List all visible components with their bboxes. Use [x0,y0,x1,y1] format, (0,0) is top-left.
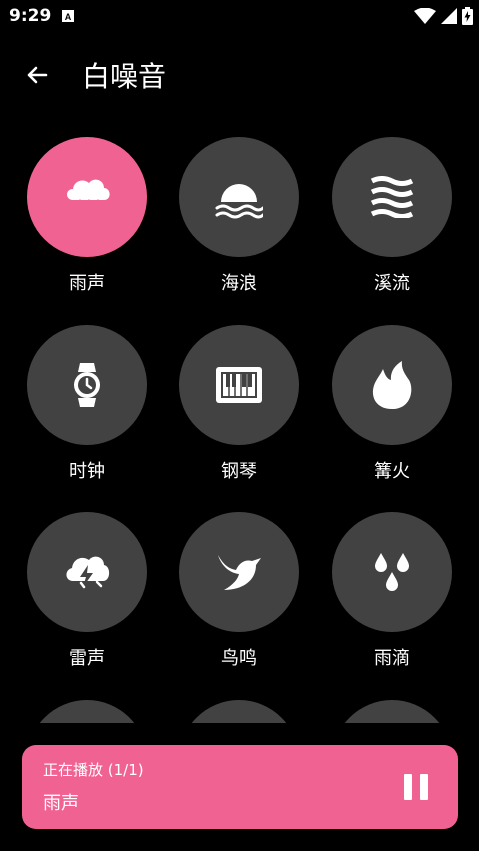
sound-item-waves[interactable]: 海浪 [164,137,314,307]
back-button[interactable] [16,54,58,96]
sound-item-circle[interactable] [179,137,299,257]
sound-item-circle[interactable] [179,700,299,723]
app-bar: 白噪音 [0,40,479,110]
sound-item-circle[interactable] [179,325,299,445]
svg-text:A: A [65,12,72,22]
sound-item-circle[interactable] [332,137,452,257]
signal-icon [441,8,457,24]
sound-item-circle[interactable] [27,325,147,445]
piano-icon [216,367,262,403]
pause-icon [404,774,412,800]
wifi-icon [414,8,436,24]
raindrops-icon [375,553,409,591]
sound-item-partial[interactable] [317,700,467,723]
sound-item-bird[interactable]: 鸟鸣 [164,512,314,682]
pause-button[interactable] [404,774,428,800]
wave-sun-icon [215,184,263,219]
rain-cloud-icon [67,179,110,217]
stream-waves-icon [370,176,414,218]
now-playing-title: 雨声 [43,793,79,814]
sound-item-circle[interactable] [332,325,452,445]
sound-item-label: 海浪 [221,273,257,294]
sound-item-piano[interactable]: 钢琴 [164,325,314,495]
sound-item-label: 钢琴 [221,461,257,482]
sound-grid[interactable]: 雨声 海浪 溪流 时钟 钢琴 篝火 雷声 鸟鸣 雨滴 [0,137,479,723]
fire-icon [372,361,412,409]
now-playing-status: 正在播放 (1/1) [43,761,144,779]
sound-item-label: 鸟鸣 [221,648,257,669]
bird-icon [218,555,261,590]
watch-icon [74,363,100,407]
sound-item-thunder[interactable]: 雷声 [12,512,162,682]
sound-item-circle[interactable] [332,700,452,723]
sound-item-circle[interactable] [27,137,147,257]
pause-icon-bar [420,774,428,800]
sound-item-circle[interactable] [27,700,147,723]
sound-item-campfire[interactable]: 篝火 [317,325,467,495]
sound-item-label: 雷声 [69,648,105,669]
sound-item-label: 雨滴 [374,648,410,669]
sound-item-drops[interactable]: 雨滴 [317,512,467,682]
sound-item-partial[interactable] [12,700,162,723]
arrow-left-icon [27,66,48,84]
sound-item-stream[interactable]: 溪流 [317,137,467,307]
sound-item-label: 溪流 [374,273,410,294]
status-time: 9:29 [9,6,52,26]
sound-item-circle[interactable] [27,512,147,632]
sound-item-circle[interactable] [332,512,452,632]
now-playing-bar[interactable]: 正在播放 (1/1) 雨声 [22,745,458,829]
sound-item-label: 雨声 [69,273,105,294]
battery-charging-icon [462,7,473,25]
status-bar: 9:29 A [0,0,479,34]
sound-item-label: 篝火 [374,461,410,482]
page-title: 白噪音 [82,60,167,93]
notification-a-icon: A [62,10,74,22]
thunder-cloud-icon [66,556,110,589]
sound-item-partial[interactable] [164,700,314,723]
sound-item-rain[interactable]: 雨声 [12,137,162,307]
sound-item-label: 时钟 [69,461,105,482]
sound-item-circle[interactable] [179,512,299,632]
sound-item-clock[interactable]: 时钟 [12,325,162,495]
